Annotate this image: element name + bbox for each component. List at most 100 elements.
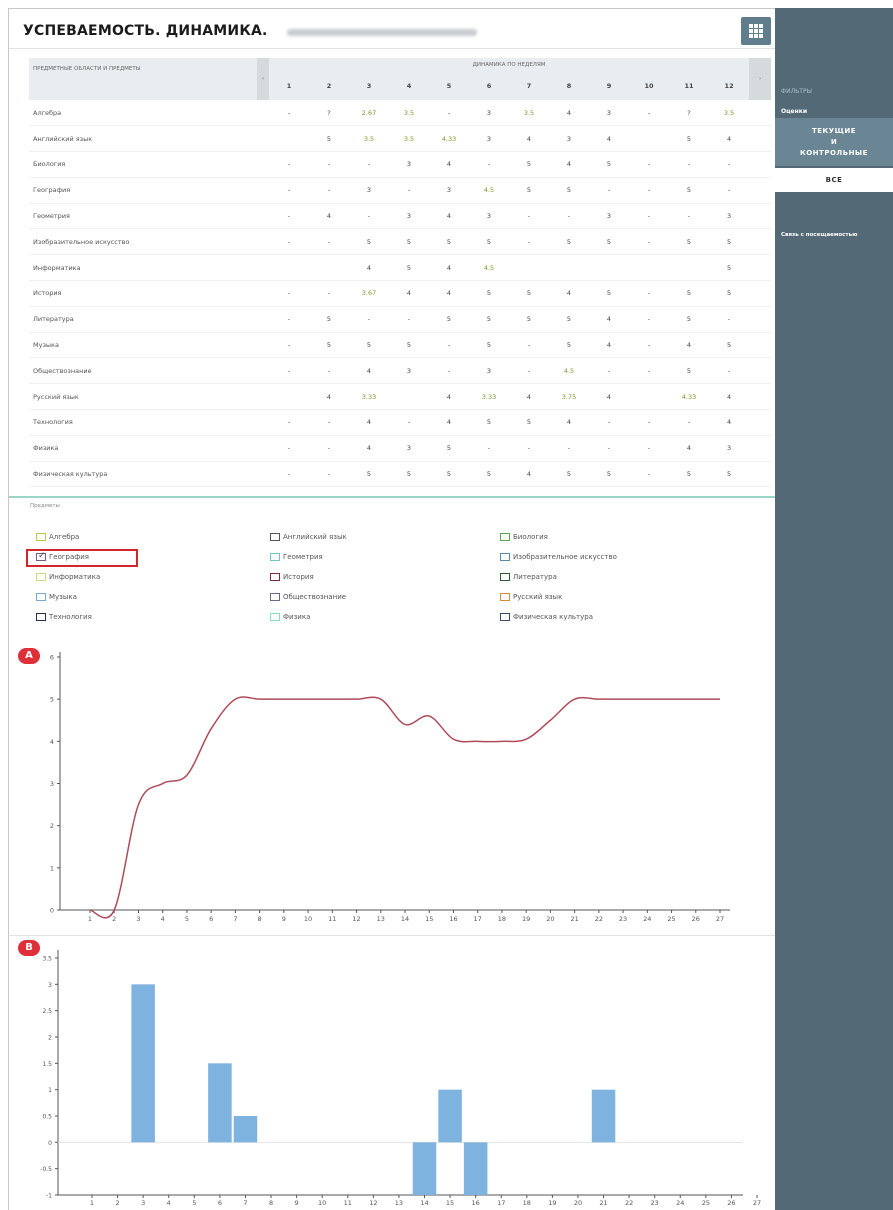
table-row: Технология - -4-4 5 5 4- - -4 — [29, 409, 772, 436]
unchecked-box-icon[interactable] — [500, 533, 510, 541]
bar — [463, 1142, 488, 1195]
grade-cell: 4 — [349, 435, 389, 462]
subject-filter-checkbox[interactable]: Литература — [500, 573, 557, 581]
unchecked-box-icon[interactable] — [270, 533, 280, 541]
spacer-cell — [257, 383, 269, 411]
x-tick-label: 27 — [753, 1199, 761, 1207]
grade-cell: 4 — [309, 383, 349, 411]
subject-filter-checkbox[interactable]: Русский язык — [500, 593, 562, 601]
unchecked-box-icon[interactable] — [36, 613, 46, 621]
grade-cell: 5 — [349, 228, 389, 256]
subject-name: Музыка — [29, 332, 257, 359]
grade-cell: 4 — [389, 280, 429, 307]
unchecked-box-icon[interactable] — [270, 553, 280, 561]
subject-filter-checkbox[interactable]: Биология — [500, 533, 548, 541]
scroll-right-button[interactable]: › — [749, 58, 772, 100]
subject-filter-checkbox[interactable]: Изобразительное искусство — [500, 553, 617, 561]
unchecked-box-icon[interactable] — [500, 613, 510, 621]
spacer-cell — [749, 461, 772, 488]
grade-cell — [269, 254, 309, 282]
spacer-cell — [257, 100, 269, 127]
x-tick-label: 17 — [497, 1199, 505, 1207]
scroll-left-button[interactable]: ‹ — [257, 58, 269, 100]
grade-cell: 3 — [709, 203, 750, 230]
x-tick-label: 12 — [369, 1199, 377, 1207]
subject-filter-checkbox[interactable]: Алгебра — [36, 533, 79, 541]
x-tick-label: 2 — [112, 915, 116, 923]
unchecked-box-icon[interactable] — [270, 613, 280, 621]
grade-cell: 3 — [389, 151, 429, 178]
subject-filter-checkbox[interactable]: История — [270, 573, 314, 581]
grade-cell: - — [429, 357, 469, 385]
grade-cell: - — [269, 203, 309, 230]
grid-menu-button[interactable] — [741, 17, 771, 45]
unchecked-box-icon[interactable] — [270, 593, 280, 601]
grade-cell: 3 — [709, 435, 750, 462]
unchecked-box-icon[interactable] — [36, 593, 46, 601]
grade-cell: 5 — [669, 280, 709, 307]
grade-cell: - — [669, 203, 709, 230]
grade-cell: - — [709, 306, 750, 333]
grade-cell: 3 — [549, 125, 589, 153]
attendance-link[interactable]: Связь с посещаемостью — [781, 232, 857, 238]
subject-filter-label: Литература — [513, 573, 557, 581]
subject-filter-checkbox[interactable]: Физика — [270, 613, 310, 621]
grade-cell: - — [309, 435, 349, 462]
grade-cell: 4.33 — [669, 383, 709, 411]
y-tick-label: 1 — [48, 1087, 52, 1094]
grade-cell: - — [269, 100, 309, 127]
unchecked-box-icon[interactable] — [500, 573, 510, 581]
grade-cell: 5 — [669, 177, 709, 204]
grade-cell: ? — [309, 100, 349, 127]
grade-cell: - — [469, 151, 509, 178]
x-tick-label: 1 — [90, 1199, 94, 1207]
unchecked-box-icon[interactable] — [36, 533, 46, 541]
x-tick-label: 8 — [269, 1199, 273, 1207]
week-header: 10 — [629, 72, 669, 100]
grade-cell: - — [309, 151, 349, 178]
spacer-cell — [749, 409, 772, 436]
y-tick-label: 6 — [50, 654, 54, 662]
x-tick-label: 5 — [185, 915, 189, 923]
subject-filter-checkbox[interactable]: Обществознание — [270, 593, 346, 601]
grade-cell: 3.5 — [349, 125, 389, 153]
unchecked-box-icon[interactable] — [500, 553, 510, 561]
grade-cell: 5 — [469, 306, 509, 333]
subject-filter-checkbox[interactable]: Информатика — [36, 573, 100, 581]
subject-name: Технология — [29, 409, 257, 436]
grade-cell — [549, 254, 589, 282]
grade-cell: 4 — [429, 280, 469, 307]
grade-cell: 4 — [709, 383, 750, 411]
grade-cell: 3.5 — [389, 125, 429, 153]
subject-filter-checkbox[interactable]: Музыка — [36, 593, 77, 601]
grade-cell: - — [309, 280, 349, 307]
spacer-cell — [749, 100, 772, 127]
unchecked-box-icon[interactable] — [270, 573, 280, 581]
x-tick-label: 9 — [282, 915, 286, 923]
all-grades-button[interactable]: ВСЕ — [775, 168, 893, 192]
unchecked-box-icon[interactable] — [500, 593, 510, 601]
subject-filter-checkbox[interactable]: Физическая культура — [500, 613, 593, 621]
unchecked-box-icon[interactable] — [36, 573, 46, 581]
table-row: Обществознание - -4 3-3-4.5- -5- — [29, 357, 772, 385]
current-and-control-button[interactable]: ТЕКУЩИЕ И КОНТРОЛЬНЫЕ — [775, 118, 893, 166]
grade-cell: - — [709, 151, 750, 178]
table-row: Геометрия -4-3 4 3- -3- -3 — [29, 203, 772, 230]
subject-filter-checkbox[interactable]: Английский язык — [270, 533, 347, 541]
spacer-cell — [257, 125, 269, 153]
table-row: Английский язык 5 3.5 3.5 4.33 3 4 3 4 5 4 — [29, 125, 772, 153]
x-tick-label: 9 — [295, 1199, 299, 1207]
subject-filter-checkbox[interactable]: Геометрия — [270, 553, 323, 561]
filters-title: ФИЛЬТРЫ — [781, 88, 812, 95]
grade-cell: 5 — [589, 151, 629, 178]
grade-cell: 3.33 — [469, 383, 509, 411]
x-tick-label: 20 — [546, 915, 554, 923]
table-row: География - -3-3 4.5 5 5- -5- — [29, 177, 772, 204]
subject-name: Английский язык — [29, 125, 257, 153]
grade-cell: 5 — [669, 357, 709, 385]
subject-filter-label: Обществознание — [283, 593, 347, 601]
grade-cell: 3.67 — [349, 280, 389, 307]
subject-name: Изобразительное искусство — [29, 228, 257, 256]
subject-filter-checkbox[interactable]: Технология — [36, 613, 92, 621]
grade-cell: - — [549, 435, 589, 462]
